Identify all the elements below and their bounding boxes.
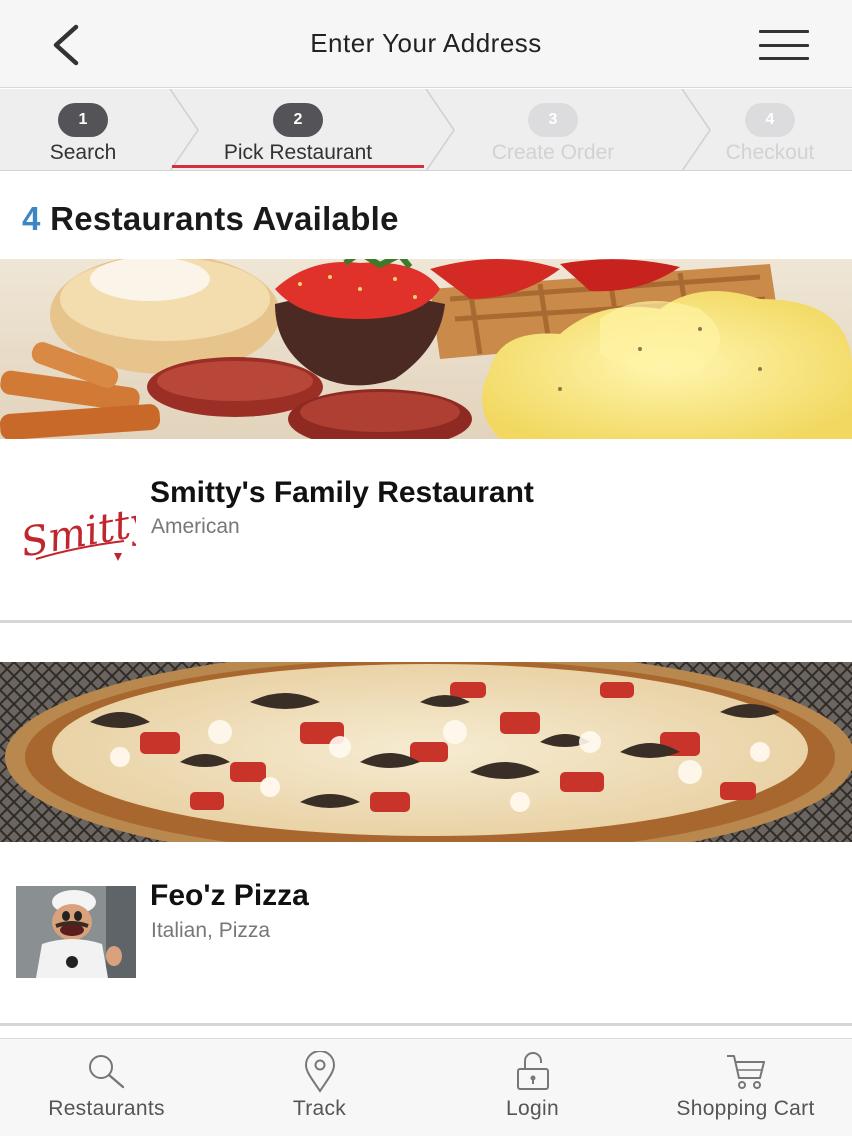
nav-label: Shopping Cart — [676, 1097, 815, 1120]
step-number: 1 — [58, 103, 108, 137]
step-label: Search — [49, 141, 117, 164]
card-divider — [0, 620, 852, 623]
cart-icon — [726, 1055, 765, 1089]
bottom-nav: Restaurants Track Login Shopping Cart — [0, 1038, 852, 1136]
step-pick-restaurant[interactable]: 2 Pick Restaurant — [172, 89, 424, 171]
hamburger-menu-icon — [759, 30, 809, 33]
restaurant-card-smittys[interactable]: Smitty's Smitty's Family Restaurant Amer… — [0, 259, 852, 621]
results-count: 4 — [22, 200, 41, 237]
menu-button[interactable] — [756, 26, 812, 64]
nav-login[interactable]: Login — [426, 1039, 639, 1136]
active-step-indicator — [172, 165, 424, 168]
search-icon — [88, 1055, 124, 1089]
card-divider — [0, 1023, 852, 1026]
step-create-order[interactable]: 3 Create Order — [440, 89, 666, 171]
nav-label: Restaurants — [48, 1097, 165, 1120]
chef-puppet-photo — [16, 886, 136, 978]
checkout-steps: 1 Search 2 Pick Restaurant 3 Create Orde… — [0, 89, 852, 171]
restaurant-name: Feo'z Pizza — [150, 879, 309, 912]
pizza-photo — [0, 662, 852, 842]
step-label: Checkout — [725, 141, 815, 164]
lock-icon — [516, 1052, 549, 1090]
top-bar: Enter Your Address — [0, 0, 852, 88]
results-label: Restaurants Available — [50, 200, 399, 237]
step-checkout[interactable]: 4 Checkout — [690, 89, 850, 171]
smittys-logo: Smitty's — [16, 481, 136, 573]
nav-track[interactable]: Track — [213, 1039, 426, 1136]
restaurant-cuisine: Italian, Pizza — [151, 919, 271, 942]
nav-label: Login — [506, 1097, 559, 1120]
step-number: 4 — [745, 103, 795, 137]
restaurant-name: Smitty's Family Restaurant — [150, 476, 534, 509]
step-number: 3 — [528, 103, 578, 137]
step-label: Create Order — [491, 141, 615, 164]
nav-restaurants[interactable]: Restaurants — [0, 1039, 213, 1136]
map-pin-icon — [304, 1051, 335, 1093]
page-title: Enter Your Address — [310, 28, 542, 58]
step-search[interactable]: 1 Search — [0, 89, 166, 171]
app-screen: Enter Your Address 1 Search 2 Pick Resta… — [0, 0, 852, 1136]
nav-shopping-cart[interactable]: Shopping Cart — [639, 1039, 852, 1136]
restaurant-cuisine: American — [151, 515, 240, 538]
results-heading: 4 Restaurants Available — [22, 200, 399, 238]
restaurant-card-feoz-pizza[interactable]: Feo'z Pizza Italian, Pizza — [0, 662, 852, 1024]
step-label: Pick Restaurant — [223, 141, 373, 164]
step-number: 2 — [273, 103, 323, 137]
nav-label: Track — [292, 1097, 347, 1120]
breakfast-plate-photo — [0, 259, 852, 439]
